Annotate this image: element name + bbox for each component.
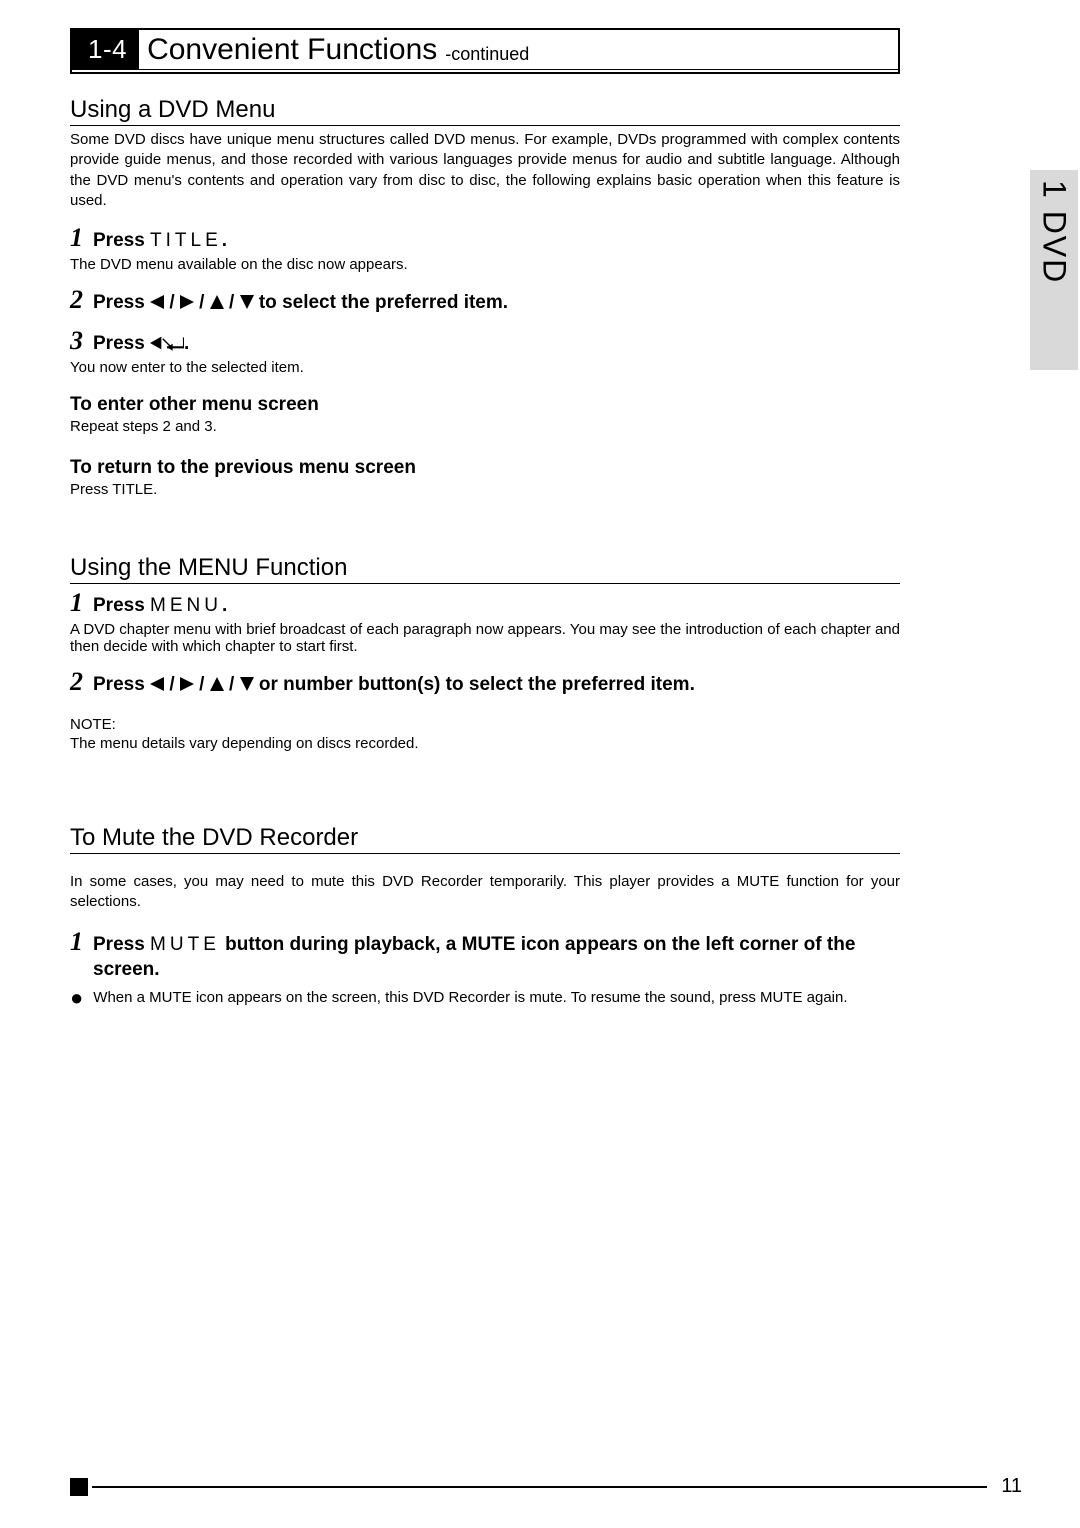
step-1: 1 Press TITLE. [70, 225, 900, 252]
period: . [222, 230, 227, 251]
step-instruction: Press . [93, 333, 189, 355]
mute-button-label: MUTE [150, 934, 220, 955]
step-instruction: Press MUTE button during playback, a MUT… [93, 932, 900, 983]
sub-desc-return-prev: Press TITLE. [70, 481, 900, 498]
continued-label: -continued [445, 44, 529, 69]
page-footer: 11 [70, 1475, 1022, 1498]
sub-desc-enter-other: Repeat steps 2 and 3. [70, 418, 900, 435]
note-label: NOTE: [70, 716, 900, 733]
play-enter-icon [150, 333, 184, 354]
intro-paragraph: Some DVD discs have unique menu structur… [70, 130, 900, 211]
footer-square-icon [70, 1478, 88, 1496]
press-label: Press [93, 595, 150, 616]
step-tail: or number button(s) to select the prefer… [254, 674, 695, 695]
step-tail: to select the preferred item. [254, 292, 508, 313]
press-label: Press [93, 674, 150, 695]
page-root: 1 DVD 1-4 Convenient Functions -continue… [0, 0, 1080, 1528]
press-label: Press [93, 934, 150, 955]
step-1-desc: The DVD menu available on the disc now a… [70, 256, 900, 273]
bullet-text: When a MUTE icon appears on the screen, … [93, 989, 900, 1006]
chapter-header: 1-4 Convenient Functions -continued [70, 28, 900, 74]
content-column: 1-4 Convenient Functions -continued Usin… [70, 28, 900, 1006]
note-body: The menu details vary depending on discs… [70, 735, 900, 752]
side-tab: 1 DVD [1030, 170, 1078, 370]
press-label: Press [93, 230, 150, 251]
arrow-buttons-icon: / / / [150, 292, 254, 313]
step-number: 2 [70, 287, 83, 313]
sub-heading-return-prev: To return to the previous menu screen [70, 457, 900, 479]
bullet-row: ● When a MUTE icon appears on the screen… [70, 989, 900, 1007]
chapter-title-row: 1-4 Convenient Functions -continued [72, 30, 898, 70]
press-label: Press [93, 292, 150, 313]
side-tab-label: 1 DVD [1036, 180, 1073, 284]
step-number: 3 [70, 328, 83, 354]
section-heading-dvd-menu: Using a DVD Menu [70, 84, 900, 126]
page-number: 11 [1001, 1475, 1022, 1498]
press-label: Press [93, 333, 150, 354]
step-instruction: Press / / / to select the preferred item… [93, 292, 508, 314]
step-number: 1 [70, 590, 83, 616]
step-menu-1: 1 Press MENU. [70, 590, 900, 617]
step-instruction: Press / / / or number button(s) to selec… [93, 674, 695, 696]
arrow-buttons-icon: / / / [150, 674, 254, 695]
section-number-chip: 1-4 [72, 30, 139, 69]
section-heading-menu-function: Using the MENU Function [70, 542, 900, 584]
step-number: 2 [70, 669, 83, 695]
footer-rule [92, 1486, 987, 1488]
step-3-desc: You now enter to the selected item. [70, 359, 900, 376]
step-3: 3 Press . [70, 328, 900, 355]
period: . [184, 333, 189, 354]
step-instruction: Press TITLE. [93, 230, 227, 252]
step-menu-1-desc: A DVD chapter menu with brief broadcast … [70, 621, 900, 655]
step-2: 2 Press / / / to select the preferred it… [70, 287, 900, 314]
sub-heading-enter-other: To enter other menu screen [70, 394, 900, 416]
chapter-title: Convenient Functions [139, 33, 445, 69]
bullet-icon: ● [70, 989, 83, 1007]
step-mute-1: 1 Press MUTE button during playback, a M… [70, 929, 900, 983]
step-number: 1 [70, 929, 83, 955]
step-number: 1 [70, 225, 83, 251]
step-instruction: Press MENU. [93, 595, 227, 617]
section-heading-mute: To Mute the DVD Recorder [70, 812, 900, 854]
mute-intro: In some cases, you may need to mute this… [70, 872, 900, 913]
step-menu-2: 2 Press / / / or number button(s) to sel… [70, 669, 900, 696]
period: . [222, 595, 227, 616]
title-button-label: TITLE [150, 230, 222, 251]
menu-button-label: MENU [150, 595, 222, 616]
